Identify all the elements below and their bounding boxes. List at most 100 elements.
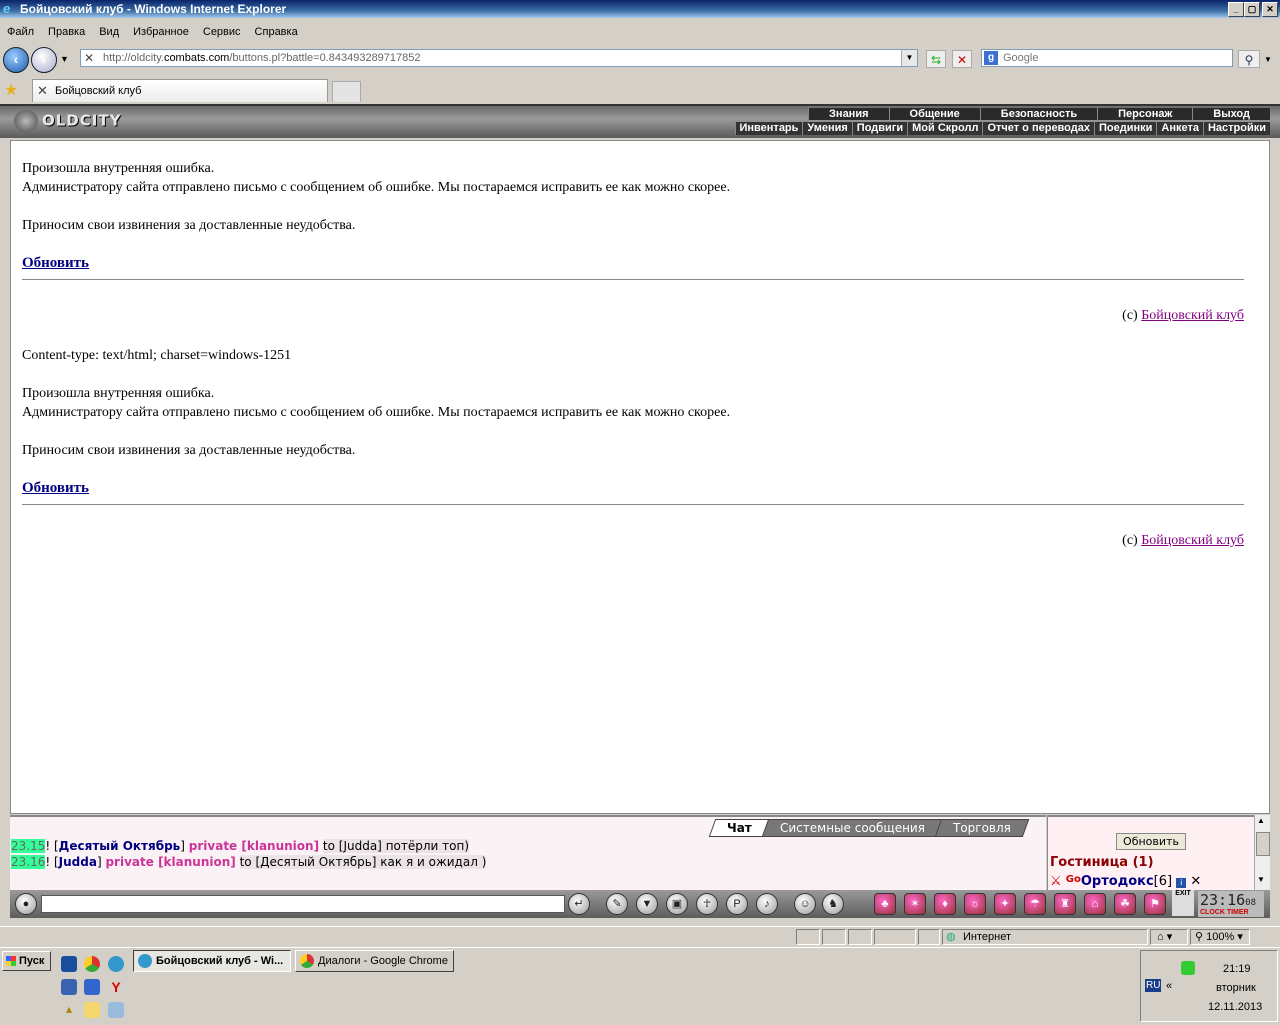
- action-icon[interactable]: ⚑: [1144, 893, 1166, 915]
- chat-nick[interactable]: Десятый Октябрь: [59, 839, 181, 853]
- nav-exit[interactable]: Выход: [1192, 108, 1270, 120]
- task-ie[interactable]: Бойцовский клуб - Wi...: [133, 950, 291, 972]
- info-icon[interactable]: i: [1176, 878, 1187, 888]
- refresh-link[interactable]: Обновить: [22, 480, 89, 496]
- runner-icon[interactable]: ☥: [696, 893, 718, 915]
- explorer-quicklaunch-icon[interactable]: [84, 979, 100, 995]
- close-icon[interactable]: ✕: [1190, 874, 1201, 889]
- quicklaunch-icon[interactable]: [108, 1002, 124, 1018]
- scroll-thumb[interactable]: [1256, 832, 1270, 856]
- address-dropdown-icon[interactable]: ▼: [901, 50, 917, 66]
- maximize-button[interactable]: ▢: [1244, 2, 1260, 17]
- scroll-up-icon[interactable]: ▲: [1257, 816, 1265, 825]
- search-icon[interactable]: ⚲: [1238, 50, 1260, 68]
- chrome-quicklaunch-icon[interactable]: [84, 956, 100, 972]
- nav-settings[interactable]: Настройки: [1202, 122, 1270, 135]
- filter-icon[interactable]: ▼: [636, 893, 658, 915]
- task-chrome[interactable]: Диалоги - Google Chrome: [295, 950, 454, 972]
- action-icon[interactable]: ✶: [904, 893, 926, 915]
- menu-tools[interactable]: Сервис: [196, 22, 248, 42]
- tray-time[interactable]: 21:19: [1223, 963, 1251, 975]
- new-tab-button[interactable]: [332, 81, 361, 102]
- action-icon[interactable]: ♣: [874, 893, 896, 915]
- action-icon[interactable]: ♦: [934, 893, 956, 915]
- ie-quicklaunch-icon[interactable]: [108, 956, 124, 972]
- nav-communication[interactable]: Общение: [888, 108, 980, 120]
- chat-recipient[interactable]: to [Десятый Октябрь]: [240, 855, 377, 869]
- favorites-star-icon[interactable]: ★: [4, 80, 18, 100]
- chat-private[interactable]: private [klanunion]: [105, 855, 235, 869]
- nav-knowledge[interactable]: Знания: [808, 108, 889, 120]
- back-icon[interactable]: ‹: [3, 47, 29, 73]
- save-log-icon[interactable]: ▣: [666, 893, 688, 915]
- tab-fight-club[interactable]: ✕ Бойцовский клуб: [32, 79, 328, 102]
- menu-edit[interactable]: Правка: [41, 22, 92, 42]
- scroll-down-icon[interactable]: ▼: [1257, 875, 1265, 884]
- nav-character[interactable]: Персонаж: [1097, 108, 1193, 120]
- nav-profile[interactable]: Анкета: [1156, 122, 1203, 135]
- attack-icon[interactable]: ⚔: [1050, 874, 1062, 889]
- desktop-quicklaunch-icon[interactable]: [61, 979, 77, 995]
- user-name[interactable]: Ортодокс: [1081, 874, 1154, 889]
- search-box[interactable]: g Google: [981, 49, 1233, 67]
- action-icon[interactable]: ⌂: [1084, 893, 1106, 915]
- action-icon[interactable]: ♜: [1054, 893, 1076, 915]
- chat-private[interactable]: private [klanunion]: [189, 839, 319, 853]
- room-scrollbar[interactable]: ▲ ▼: [1254, 815, 1270, 890]
- protected-mode-icon[interactable]: ⌂ ▾: [1150, 929, 1188, 945]
- action-icon[interactable]: ☂: [1024, 893, 1046, 915]
- search-input[interactable]: Google: [1003, 52, 1038, 64]
- tab-trade[interactable]: Торговля: [934, 819, 1030, 837]
- smiley-icon[interactable]: ☺: [794, 893, 816, 915]
- refresh-link[interactable]: Обновить: [22, 255, 89, 271]
- window-titlebar[interactable]: e Бойцовский клуб - Windows Internet Exp…: [0, 0, 1280, 18]
- minimize-button[interactable]: _: [1228, 2, 1244, 17]
- nav-skills[interactable]: Умения: [802, 122, 852, 135]
- stop-icon[interactable]: ✕: [952, 50, 972, 68]
- nav-fights[interactable]: Поединки: [1093, 122, 1157, 135]
- chat-time[interactable]: 23.16: [11, 855, 46, 869]
- start-button[interactable]: Пуск: [2, 951, 51, 971]
- copyright-link[interactable]: Бойцовский клуб: [1141, 533, 1244, 548]
- nav-achievements[interactable]: Подвиги: [851, 122, 908, 135]
- yandex-quicklaunch-icon[interactable]: Y: [108, 979, 124, 995]
- refresh-icon[interactable]: ⇆: [926, 50, 946, 68]
- menu-file[interactable]: Файл: [0, 22, 41, 42]
- zoom-control[interactable]: ⚲ 100% ▾: [1190, 929, 1250, 945]
- forward-icon[interactable]: ›: [31, 47, 57, 73]
- nav-my-scroll[interactable]: Мой Скролл: [907, 122, 983, 135]
- tray-app-icon[interactable]: [1181, 961, 1195, 975]
- menu-view[interactable]: Вид: [92, 22, 126, 42]
- history-dropdown-icon[interactable]: ▼: [60, 54, 69, 64]
- translit-icon[interactable]: P: [726, 893, 748, 915]
- tab-chat[interactable]: Чат: [709, 819, 771, 837]
- search-options-icon[interactable]: ▼: [1264, 55, 1272, 64]
- menu-favorites[interactable]: Избранное: [126, 22, 196, 42]
- room-refresh-button[interactable]: Обновить: [1116, 833, 1186, 850]
- address-bar[interactable]: ✕ http://oldcity.combats.com/buttons.pl?…: [80, 49, 918, 67]
- chat-recipient[interactable]: to [Judda]: [323, 839, 382, 853]
- chat-input[interactable]: [41, 895, 565, 913]
- menu-help[interactable]: Справка: [248, 22, 305, 42]
- room-user[interactable]: ⚔ GoОртодокс[6] i ✕: [1050, 874, 1201, 889]
- chat-nick[interactable]: Judda: [59, 855, 97, 869]
- nav-transfer-report[interactable]: Отчет о переводах: [982, 122, 1094, 135]
- helmet-icon[interactable]: ♞: [822, 893, 844, 915]
- nav-security[interactable]: Безопасность: [979, 108, 1098, 120]
- send-icon[interactable]: ↵: [568, 893, 590, 915]
- action-icon[interactable]: ✦: [994, 893, 1016, 915]
- sound-icon[interactable]: ♪: [756, 893, 778, 915]
- copyright-link[interactable]: Бойцовский клуб: [1141, 308, 1244, 323]
- quicklaunch-icon[interactable]: [61, 956, 77, 972]
- folder-quicklaunch-icon[interactable]: [84, 1002, 100, 1018]
- action-icon[interactable]: ☘: [1114, 893, 1136, 915]
- nav-inventory[interactable]: Инвентарь: [734, 122, 803, 135]
- action-icon[interactable]: ☼: [964, 893, 986, 915]
- close-window-button[interactable]: ✕: [1262, 2, 1278, 17]
- chat-time[interactable]: 23.15: [11, 839, 46, 853]
- exit-button[interactable]: EXIT: [1172, 890, 1194, 916]
- eraser-icon[interactable]: ✎: [606, 893, 628, 915]
- tab-system-messages[interactable]: Системные сообщения: [761, 819, 944, 837]
- quicklaunch-icon[interactable]: ▴: [61, 1002, 77, 1018]
- speaker-icon[interactable]: ●: [15, 893, 37, 915]
